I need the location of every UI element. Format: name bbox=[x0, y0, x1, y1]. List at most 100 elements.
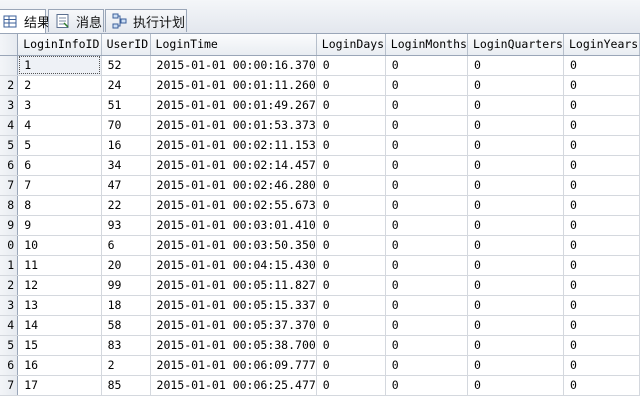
table-cell[interactable]: 0 bbox=[467, 75, 564, 96]
table-cell[interactable]: 2 bbox=[17, 75, 102, 96]
table-cell[interactable]: 70 bbox=[101, 115, 151, 136]
table-cell[interactable]: 0 bbox=[385, 195, 468, 216]
table-cell[interactable]: 0 bbox=[467, 335, 564, 356]
table-cell[interactable]: 0 bbox=[316, 155, 386, 176]
table-cell[interactable]: 2015-01-01 00:01:49.267 bbox=[150, 95, 317, 116]
table-cell[interactable]: 0 bbox=[385, 315, 468, 336]
table-cell[interactable]: 2015-01-01 00:03:01.410 bbox=[150, 215, 317, 236]
table-row[interactable]: 3 13 18 2015-01-01 00:05:15.337 0 0 0 0 bbox=[0, 295, 640, 316]
table-cell[interactable]: 0 bbox=[467, 295, 564, 316]
table-cell[interactable]: 85 bbox=[101, 375, 151, 396]
tab-execution-plan[interactable]: 执行计划 bbox=[105, 9, 187, 32]
table-cell[interactable]: 0 bbox=[316, 175, 386, 196]
row-number-cell[interactable]: 9 bbox=[0, 215, 19, 236]
table-cell[interactable]: 34 bbox=[101, 155, 151, 176]
table-cell[interactable]: 0 bbox=[385, 275, 468, 296]
table-cell[interactable]: 2015-01-01 00:01:53.373 bbox=[150, 115, 317, 136]
row-number-cell[interactable]: 7 bbox=[0, 375, 19, 396]
table-cell[interactable]: 0 bbox=[316, 235, 386, 256]
table-cell[interactable]: 0 bbox=[316, 355, 386, 376]
table-cell[interactable]: 0 bbox=[467, 195, 564, 216]
column-header[interactable]: LoginQuarters bbox=[467, 34, 564, 56]
table-row[interactable]: 3 3 51 2015-01-01 00:01:49.267 0 0 0 0 bbox=[0, 95, 640, 116]
table-cell[interactable]: 6 bbox=[101, 235, 151, 256]
table-cell[interactable]: 0 bbox=[563, 115, 640, 136]
table-cell[interactable]: 0 bbox=[385, 355, 468, 376]
table-cell[interactable]: 2015-01-01 00:06:25.477 bbox=[150, 375, 317, 396]
table-row[interactable]: 1 11 20 2015-01-01 00:04:15.430 0 0 0 0 bbox=[0, 255, 640, 276]
row-number-cell[interactable]: 4 bbox=[0, 315, 19, 336]
table-cell[interactable]: 0 bbox=[563, 135, 640, 156]
table-cell[interactable]: 0 bbox=[385, 55, 468, 76]
table-cell[interactable]: 0 bbox=[563, 375, 640, 396]
table-cell[interactable]: 10 bbox=[17, 235, 102, 256]
table-cell[interactable]: 9 bbox=[17, 215, 102, 236]
table-cell[interactable]: 2015-01-01 00:01:11.260 bbox=[150, 75, 317, 96]
table-cell[interactable]: 0 bbox=[385, 255, 468, 276]
row-number-cell[interactable]: 3 bbox=[0, 295, 19, 316]
table-cell[interactable]: 0 bbox=[385, 75, 468, 96]
table-cell[interactable]: 0 bbox=[563, 215, 640, 236]
table-cell[interactable]: 0 bbox=[467, 355, 564, 376]
table-cell[interactable]: 0 bbox=[316, 275, 386, 296]
table-cell[interactable]: 0 bbox=[467, 375, 564, 396]
table-cell[interactable]: 0 bbox=[467, 155, 564, 176]
table-cell[interactable]: 17 bbox=[17, 375, 102, 396]
table-row[interactable]: 0 10 6 2015-01-01 00:03:50.350 0 0 0 0 bbox=[0, 235, 640, 256]
column-header[interactable]: LoginDays bbox=[316, 34, 386, 56]
table-cell[interactable]: 83 bbox=[101, 335, 151, 356]
table-cell[interactable]: 0 bbox=[563, 75, 640, 96]
table-row[interactable]: 8 8 22 2015-01-01 00:02:55.673 0 0 0 0 bbox=[0, 195, 640, 216]
row-number-cell[interactable]: 3 bbox=[0, 95, 19, 116]
table-cell[interactable]: 16 bbox=[101, 135, 151, 156]
column-header[interactable]: LoginMonths bbox=[385, 34, 468, 56]
row-number-cell[interactable]: 0 bbox=[0, 235, 19, 256]
table-cell[interactable]: 0 bbox=[563, 235, 640, 256]
table-cell[interactable]: 0 bbox=[563, 295, 640, 316]
row-number-cell[interactable]: 2 bbox=[0, 275, 19, 296]
row-number-cell[interactable] bbox=[0, 55, 19, 76]
table-cell[interactable]: 5 bbox=[17, 135, 102, 156]
table-row[interactable]: 7 17 85 2015-01-01 00:06:25.477 0 0 0 0 bbox=[0, 375, 640, 396]
table-row[interactable]: 5 5 16 2015-01-01 00:02:11.153 0 0 0 0 bbox=[0, 135, 640, 156]
table-cell[interactable]: 0 bbox=[385, 155, 468, 176]
table-cell[interactable]: 93 bbox=[101, 215, 151, 236]
table-cell[interactable]: 4 bbox=[17, 115, 102, 136]
table-cell[interactable]: 0 bbox=[316, 295, 386, 316]
table-cell[interactable]: 0 bbox=[385, 95, 468, 116]
table-cell[interactable]: 0 bbox=[316, 95, 386, 116]
table-cell[interactable]: 16 bbox=[17, 355, 102, 376]
table-cell[interactable]: 2015-01-01 00:06:09.777 bbox=[150, 355, 317, 376]
table-cell[interactable]: 2015-01-01 00:00:16.370 bbox=[150, 55, 317, 76]
table-cell[interactable]: 2015-01-01 00:05:37.370 bbox=[150, 315, 317, 336]
table-cell[interactable]: 2015-01-01 00:05:38.700 bbox=[150, 335, 317, 356]
row-number-cell[interactable]: 5 bbox=[0, 135, 19, 156]
table-cell[interactable]: 0 bbox=[563, 155, 640, 176]
column-header[interactable]: LoginInfoID bbox=[17, 34, 102, 56]
table-cell[interactable]: 58 bbox=[101, 315, 151, 336]
table-cell[interactable]: 0 bbox=[467, 115, 564, 136]
corner-cell[interactable] bbox=[0, 34, 19, 56]
table-cell[interactable]: 2015-01-01 00:02:46.280 bbox=[150, 175, 317, 196]
table-cell[interactable]: 0 bbox=[563, 335, 640, 356]
table-cell[interactable]: 20 bbox=[101, 255, 151, 276]
row-number-cell[interactable]: 6 bbox=[0, 355, 19, 376]
table-cell[interactable]: 24 bbox=[101, 75, 151, 96]
row-number-cell[interactable]: 7 bbox=[0, 175, 19, 196]
table-cell[interactable]: 12 bbox=[17, 275, 102, 296]
table-cell[interactable]: 8 bbox=[17, 195, 102, 216]
table-cell[interactable]: 0 bbox=[316, 215, 386, 236]
table-cell[interactable]: 2015-01-01 00:02:11.153 bbox=[150, 135, 317, 156]
table-row[interactable]: 2 2 24 2015-01-01 00:01:11.260 0 0 0 0 bbox=[0, 75, 640, 96]
table-cell[interactable]: 0 bbox=[467, 315, 564, 336]
column-header[interactable]: UserID bbox=[101, 34, 151, 56]
results-grid[interactable]: LoginInfoID UserID LoginTime LoginDays L… bbox=[0, 34, 640, 415]
table-cell[interactable]: 0 bbox=[467, 255, 564, 276]
table-cell[interactable]: 0 bbox=[316, 195, 386, 216]
table-cell[interactable]: 0 bbox=[467, 95, 564, 116]
column-header[interactable]: LoginYears bbox=[563, 34, 640, 56]
table-cell[interactable]: 0 bbox=[467, 275, 564, 296]
table-cell[interactable]: 0 bbox=[467, 215, 564, 236]
table-cell[interactable]: 2015-01-01 00:02:55.673 bbox=[150, 195, 317, 216]
table-cell[interactable]: 13 bbox=[17, 295, 102, 316]
